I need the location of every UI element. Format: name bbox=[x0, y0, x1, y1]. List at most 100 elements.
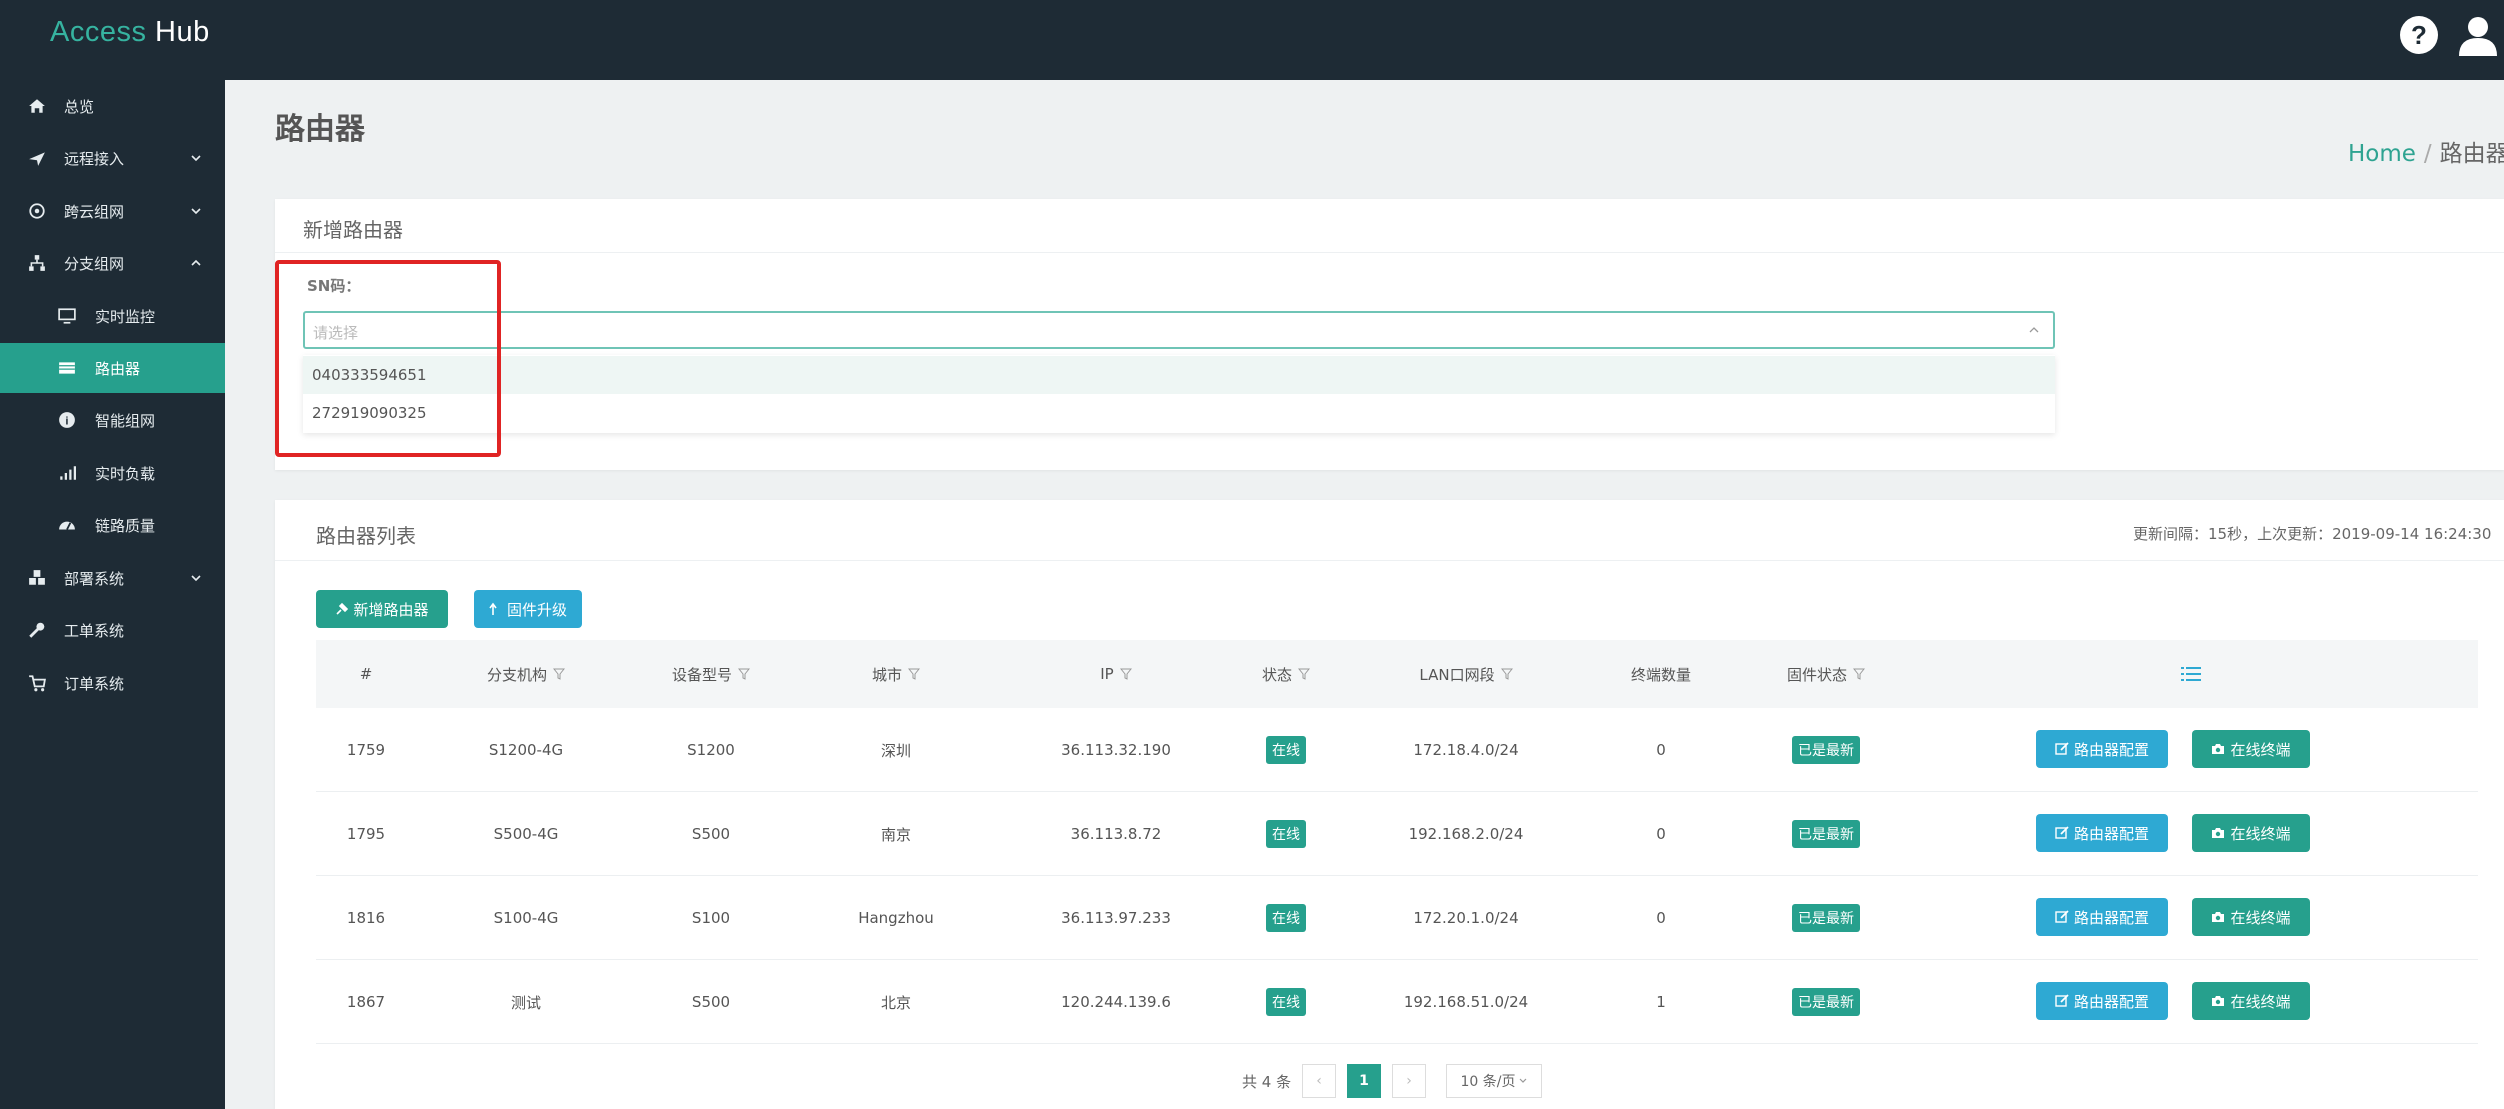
online-terminal-button[interactable]: 在线终端 bbox=[2192, 814, 2310, 852]
sidebar-item-label: 跨云组网 bbox=[64, 202, 125, 221]
table-row: 1795 S500-4G S500 南京 36.113.8.72 在线 192.168.2.… bbox=[316, 792, 2478, 876]
sidebar-item-router[interactable]: 路由器 bbox=[0, 343, 225, 393]
sidebar-item-link-quality[interactable]: 链路质量 bbox=[0, 500, 225, 550]
firmware-badge: 已是最新 bbox=[1736, 792, 1916, 876]
dropdown-option[interactable]: 272919090325 bbox=[303, 394, 2055, 432]
firmware-badge-text: 已是最新 bbox=[1792, 904, 1860, 932]
column-header-ip[interactable]: IP bbox=[1006, 640, 1226, 708]
cell-id: 1795 bbox=[316, 792, 416, 876]
question-circle-icon[interactable]: ? bbox=[2398, 14, 2440, 56]
cell-id-text: 1867 bbox=[346, 993, 386, 1011]
sidebar-item-realtime-monitor[interactable]: 实时监控 bbox=[0, 291, 225, 341]
pagination-page-1[interactable]: 1 bbox=[1347, 1064, 1381, 1098]
column-header-model[interactable]: 设备型号 bbox=[636, 640, 786, 708]
cell-clients: 1 bbox=[1586, 960, 1736, 1044]
cell-lan-text: 192.168.2.0/24 bbox=[1408, 825, 1524, 843]
online-terminal-button-label: 在线终端 bbox=[2230, 992, 2291, 1011]
status-badge-text: 在线 bbox=[1266, 904, 1306, 932]
sidebar-item-realtime-load[interactable]: 实时负载 bbox=[0, 448, 225, 498]
column-header-label: 状态 bbox=[1261, 665, 1292, 684]
column-header-city[interactable]: 城市 bbox=[786, 640, 1006, 708]
list-icon[interactable] bbox=[2181, 666, 2201, 682]
column-header-branch[interactable]: 分支机构 bbox=[416, 640, 636, 708]
cell-ip: 120.244.139.6 bbox=[1006, 960, 1226, 1044]
cell-city-text: 北京 bbox=[880, 993, 911, 1012]
cell-branch-text: 测试 bbox=[510, 993, 541, 1012]
svg-text:?: ? bbox=[2411, 20, 2427, 50]
column-settings[interactable] bbox=[2166, 640, 2216, 708]
cell-lan-text: 172.20.1.0/24 bbox=[1413, 909, 1519, 927]
sidebar-item-tickets[interactable]: 工单系统 bbox=[0, 605, 225, 655]
chevron-left-icon: ‹ bbox=[1316, 1073, 1322, 1089]
filter-icon[interactable] bbox=[908, 668, 920, 680]
filter-icon[interactable] bbox=[1853, 668, 1865, 680]
online-terminal-button[interactable]: 在线终端 bbox=[2192, 730, 2310, 768]
pagination-total: 共 4 条 bbox=[1242, 1073, 1292, 1091]
column-header-status[interactable]: 状态 bbox=[1226, 640, 1346, 708]
router-icon bbox=[59, 362, 75, 374]
sidebar-item-branch-network[interactable]: 分支组网 bbox=[0, 238, 225, 288]
user-icon[interactable] bbox=[2457, 14, 2499, 56]
brand-logo[interactable]: Access Hub bbox=[50, 16, 210, 49]
chevron-up-icon bbox=[191, 259, 201, 266]
pagination-page-label: 1 bbox=[1359, 1073, 1369, 1089]
dropdown-option[interactable]: 040333594651 bbox=[303, 356, 2055, 394]
cell-ip-text: 120.244.139.6 bbox=[1061, 993, 1171, 1011]
pagination-prev-button[interactable]: ‹ bbox=[1302, 1064, 1336, 1098]
firmware-badge: 已是最新 bbox=[1736, 960, 1916, 1044]
cell-lan: 192.168.2.0/24 bbox=[1346, 792, 1586, 876]
cell-branch: 测试 bbox=[416, 960, 636, 1044]
chevron-down-icon bbox=[191, 575, 201, 582]
filter-icon[interactable] bbox=[1119, 668, 1132, 680]
cell-branch-text: S100-4G bbox=[493, 909, 559, 927]
sidebar-item-label: 实时负载 bbox=[95, 464, 156, 483]
sidebar-item-orders[interactable]: 订单系统 bbox=[0, 658, 225, 708]
edit-icon bbox=[2055, 826, 2069, 839]
filter-icon[interactable] bbox=[553, 668, 565, 680]
firmware-upgrade-button[interactable]: 固件升级 bbox=[474, 590, 582, 628]
online-terminal-button[interactable]: 在线终端 bbox=[2192, 898, 2310, 936]
chevron-down-icon bbox=[191, 155, 201, 162]
cell-ip-text: 36.113.8.72 bbox=[1070, 825, 1162, 843]
sidebar-item-deploy[interactable]: 部署系统 bbox=[0, 553, 225, 603]
breadcrumb-current: 路由器 bbox=[2439, 141, 2504, 167]
status-badge: 在线 bbox=[1226, 876, 1346, 960]
firmware-badge: 已是最新 bbox=[1736, 876, 1916, 960]
sidebar-item-remote-access[interactable]: 远程接入 bbox=[0, 133, 225, 183]
table-row: 1759 S1200-4G S1200 深圳 36.113.32.190 在线 172.18… bbox=[316, 708, 2478, 792]
sidebar-item-label: 订单系统 bbox=[64, 674, 125, 693]
breadcrumb-home-link[interactable]: Home bbox=[2348, 141, 2416, 167]
firmware-badge: 已是最新 bbox=[1736, 708, 1916, 792]
sidebar-item-label: 部署系统 bbox=[64, 569, 125, 588]
add-router-button[interactable]: 新增路由器 bbox=[316, 590, 448, 628]
sn-code-dropdown: 040333594651 272919090325 bbox=[303, 355, 2055, 433]
online-terminal-button-label: 在线终端 bbox=[2230, 740, 2291, 759]
status-badge: 在线 bbox=[1226, 708, 1346, 792]
sn-code-select[interactable]: 请选择 bbox=[303, 311, 2055, 349]
cart-icon bbox=[29, 675, 46, 692]
column-header-firmware[interactable]: 固件状态 bbox=[1736, 640, 1916, 708]
sidebar-item-overview[interactable]: 总览 bbox=[0, 81, 225, 131]
router-config-button[interactable]: 路由器配置 bbox=[2036, 730, 2168, 768]
sidebar-item-cross-cloud[interactable]: 跨云组网 bbox=[0, 186, 225, 236]
router-config-button[interactable]: 路由器配置 bbox=[2036, 982, 2168, 1020]
online-terminal-button[interactable]: 在线终端 bbox=[2192, 982, 2310, 1020]
filter-icon[interactable] bbox=[1500, 668, 1513, 680]
router-config-button[interactable]: 路由器配置 bbox=[2036, 814, 2168, 852]
camera-icon bbox=[2212, 828, 2225, 838]
cell-branch: S500-4G bbox=[416, 792, 636, 876]
cell-ip: 36.113.32.190 bbox=[1006, 708, 1226, 792]
plug-icon bbox=[336, 602, 349, 615]
brand-part1: Access bbox=[50, 16, 156, 48]
filter-icon[interactable] bbox=[738, 668, 750, 680]
router-config-button[interactable]: 路由器配置 bbox=[2036, 898, 2168, 936]
column-header-label: IP bbox=[1100, 665, 1114, 683]
sidebar-item-smart-network[interactable]: i 智能组网 bbox=[0, 395, 225, 445]
filter-icon[interactable] bbox=[1298, 668, 1310, 680]
pagination-next-button[interactable]: › bbox=[1392, 1064, 1426, 1098]
card-header: 新增路由器 bbox=[275, 199, 2504, 253]
gauge-icon bbox=[59, 521, 75, 530]
column-header-lan[interactable]: LAN口网段 bbox=[1346, 640, 1586, 708]
cell-model: S500 bbox=[636, 792, 786, 876]
page-size-select[interactable]: 10 条/页 bbox=[1446, 1064, 1542, 1098]
